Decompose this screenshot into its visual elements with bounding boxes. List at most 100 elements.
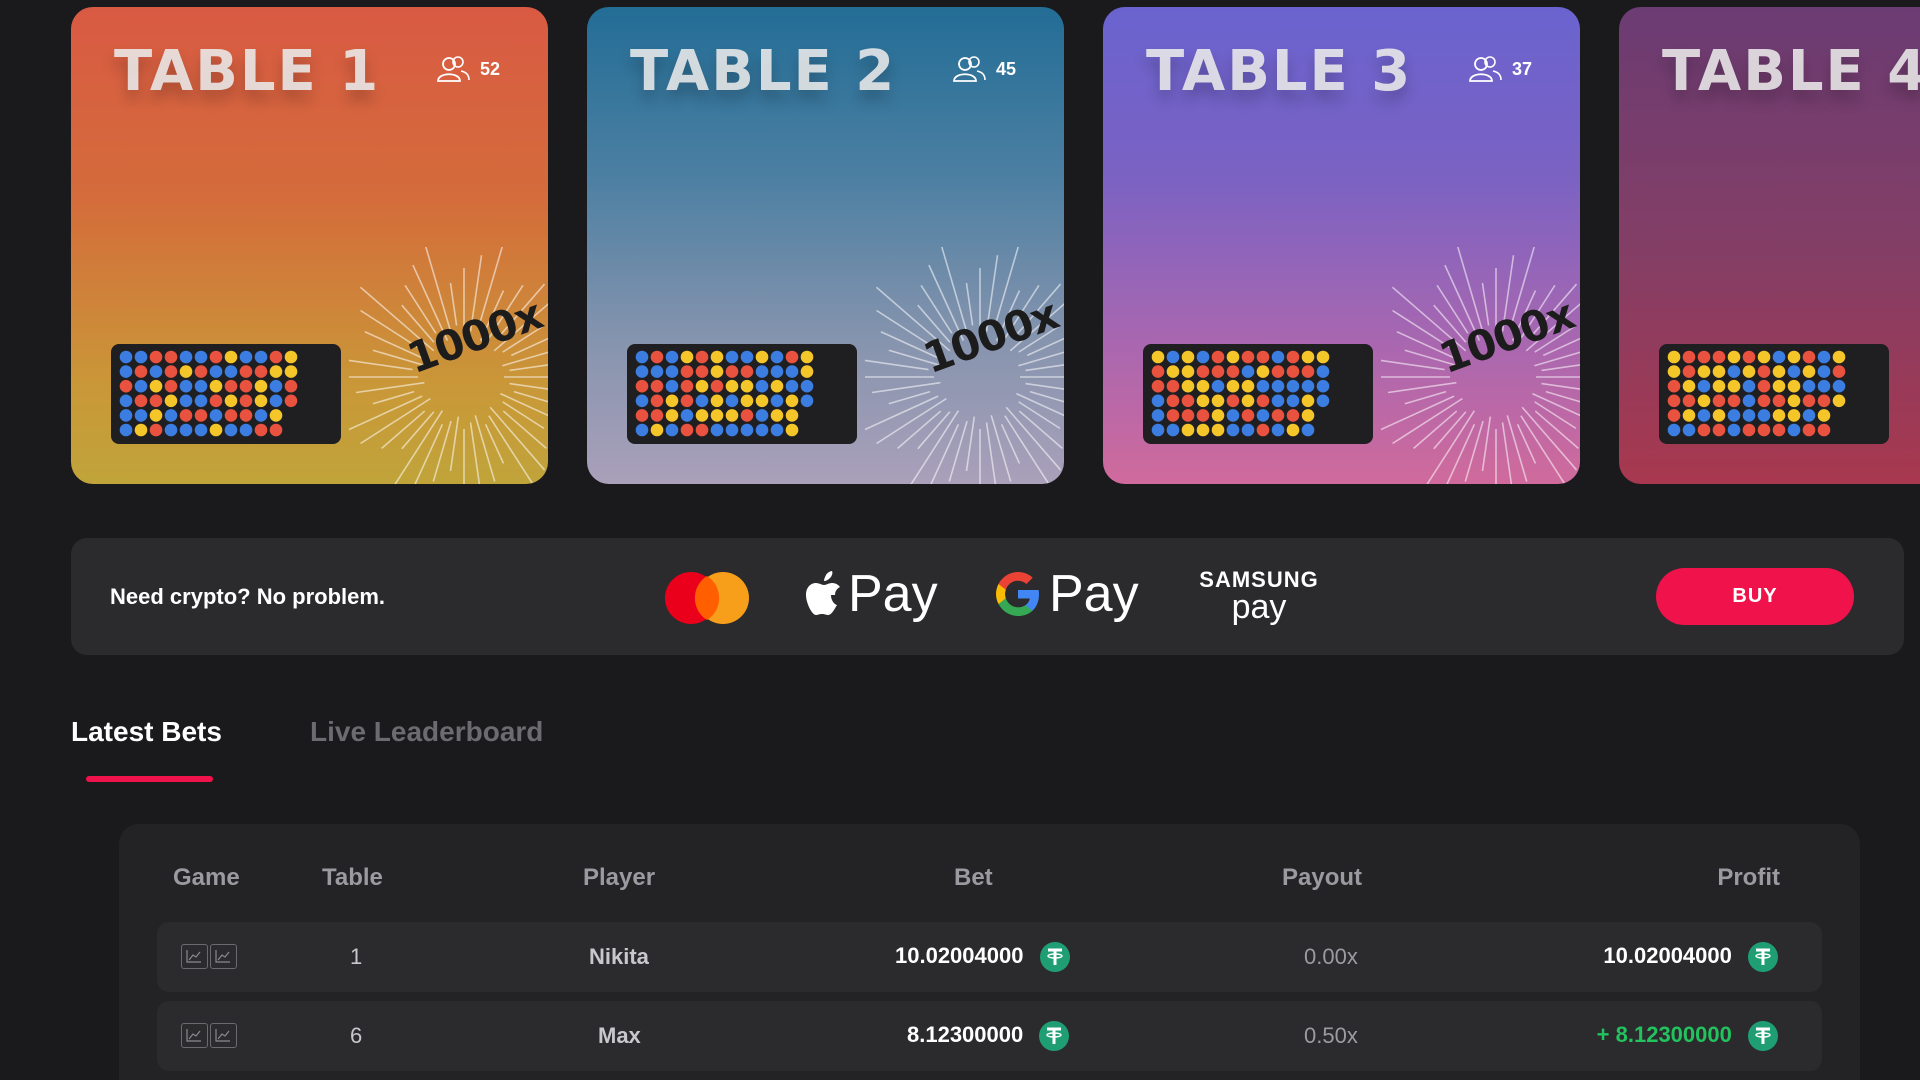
chart-icon bbox=[181, 1023, 208, 1048]
ball bbox=[119, 379, 133, 393]
ball bbox=[635, 423, 649, 437]
table-row[interactable]: 1 Nikita 10.02004000 0.00x 10.02004000 bbox=[157, 922, 1822, 992]
ball bbox=[194, 379, 208, 393]
mastercard-icon bbox=[665, 572, 749, 624]
ball bbox=[1712, 379, 1726, 393]
ball bbox=[1757, 409, 1771, 422]
burst-ray bbox=[1025, 382, 1064, 390]
ball bbox=[665, 423, 679, 437]
ball bbox=[134, 394, 148, 408]
ball bbox=[665, 365, 679, 378]
burst-ray bbox=[1464, 420, 1484, 482]
ball bbox=[695, 379, 709, 393]
ball bbox=[785, 379, 799, 393]
ball bbox=[1787, 379, 1801, 393]
ball bbox=[149, 394, 163, 408]
ball bbox=[650, 350, 664, 364]
ball bbox=[725, 394, 739, 408]
ball bbox=[710, 423, 724, 437]
ball bbox=[800, 365, 814, 378]
ball bbox=[149, 379, 163, 393]
ball-grid bbox=[111, 344, 341, 444]
burst-ray bbox=[509, 382, 548, 390]
ball bbox=[1196, 379, 1210, 393]
samsung-pay-bottom: pay bbox=[1231, 588, 1287, 626]
ball bbox=[1757, 365, 1771, 378]
ball bbox=[1682, 350, 1696, 364]
ball bbox=[1256, 394, 1270, 408]
ball bbox=[1667, 409, 1681, 422]
ball bbox=[800, 350, 814, 364]
ball bbox=[149, 365, 163, 378]
tab-live-leaderboard[interactable]: Live Leaderboard bbox=[310, 716, 543, 748]
ball bbox=[1787, 365, 1801, 378]
ball bbox=[284, 394, 298, 408]
ball bbox=[1271, 409, 1285, 422]
ball bbox=[1256, 350, 1270, 364]
ball bbox=[635, 394, 649, 408]
ball bbox=[1787, 409, 1801, 422]
ball bbox=[1286, 423, 1300, 437]
burst-ray bbox=[509, 364, 548, 372]
ball bbox=[239, 365, 253, 378]
ball bbox=[254, 423, 268, 437]
ball bbox=[695, 423, 709, 437]
ball bbox=[1151, 379, 1165, 393]
ball bbox=[119, 365, 133, 378]
ball bbox=[1301, 409, 1315, 422]
burst-ray bbox=[449, 416, 460, 472]
ball bbox=[1712, 350, 1726, 364]
ball bbox=[1211, 394, 1225, 408]
ball bbox=[1151, 423, 1165, 437]
ball bbox=[1271, 379, 1285, 393]
ball bbox=[770, 394, 784, 408]
ball bbox=[1667, 423, 1681, 437]
ball bbox=[1697, 350, 1711, 364]
ball bbox=[770, 423, 784, 437]
ball bbox=[1697, 394, 1711, 408]
col-header-player: Player bbox=[583, 864, 656, 891]
ball bbox=[1757, 423, 1771, 437]
ball bbox=[239, 423, 253, 437]
ball bbox=[119, 350, 133, 364]
burst-ray bbox=[1520, 415, 1566, 484]
col-header-payout: Payout bbox=[1282, 864, 1363, 891]
table-title: TABLE 3 bbox=[1146, 39, 1413, 104]
ball bbox=[1226, 423, 1240, 437]
player-count: 45 bbox=[952, 55, 1016, 83]
ball bbox=[1817, 365, 1831, 378]
ball bbox=[194, 394, 208, 408]
ball bbox=[1787, 350, 1801, 364]
ball bbox=[1286, 394, 1300, 408]
table-card-2[interactable]: TABLE 2 45 1000x bbox=[587, 7, 1064, 484]
ball bbox=[269, 350, 283, 364]
table-card-4[interactable]: TABLE 4 bbox=[1619, 7, 1920, 484]
ball bbox=[1226, 379, 1240, 393]
ball bbox=[725, 365, 739, 378]
ball bbox=[1316, 350, 1330, 364]
ball bbox=[1802, 379, 1816, 393]
ball bbox=[695, 365, 709, 378]
ball bbox=[1181, 350, 1195, 364]
ball bbox=[119, 394, 133, 408]
buy-button[interactable]: BUY bbox=[1656, 568, 1854, 625]
tab-latest-bets[interactable]: Latest Bets bbox=[71, 716, 222, 748]
burst-ray bbox=[948, 420, 968, 482]
table-card-1[interactable]: TABLE 1 52 1000x bbox=[71, 7, 548, 484]
ball bbox=[1151, 365, 1165, 378]
ball bbox=[1667, 394, 1681, 408]
burst-ray bbox=[910, 410, 960, 484]
table-row[interactable]: 6 Max 8.12300000 0.50x + 8.12300000 bbox=[157, 1001, 1822, 1071]
col-header-game: Game bbox=[173, 864, 240, 891]
ball bbox=[284, 379, 298, 393]
ball bbox=[1682, 379, 1696, 393]
ball bbox=[1757, 394, 1771, 408]
ball bbox=[635, 409, 649, 422]
table-card-3[interactable]: TABLE 3 37 1000x bbox=[1103, 7, 1580, 484]
ball bbox=[1181, 409, 1195, 422]
ball bbox=[1211, 379, 1225, 393]
google-g-icon bbox=[996, 572, 1039, 616]
ball bbox=[1682, 365, 1696, 378]
ball bbox=[1271, 423, 1285, 437]
ball bbox=[1181, 394, 1195, 408]
